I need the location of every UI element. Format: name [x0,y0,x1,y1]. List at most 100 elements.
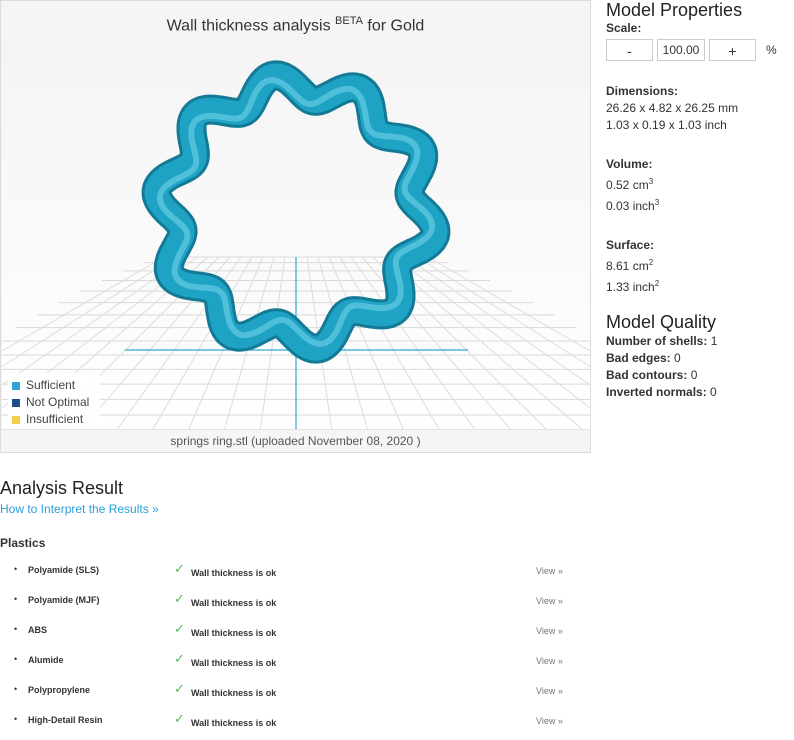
shells-value: 1 [710,334,718,348]
bullet: • [14,624,18,634]
dimensions-mm: 26.26 x 4.82 x 26.25 mm [606,101,739,115]
bad-contours-row: Bad contours: 0 [606,367,794,384]
properties-panel: Model Properties Scale: - + % Dimensions… [606,0,794,401]
view-link[interactable]: View » [536,686,563,696]
dimensions-inch: 1.03 x 0.19 x 1.03 inch [606,118,727,132]
view-link[interactable]: View » [536,626,563,636]
bad-contours-value: 0 [690,368,698,382]
exponent: 2 [654,279,660,288]
view-link[interactable]: View » [536,566,563,576]
file-info: springs ring.stl (uploaded November 08, … [1,429,590,452]
bad-edges-label: Bad edges: [606,351,671,365]
model-quality-title: Model Quality [606,312,717,332]
check-icon: ✓ [174,621,185,636]
material-status: Wall thickness is ok [191,598,277,608]
check-icon: ✓ [174,651,185,666]
inverted-normals-row: Inverted normals: 0 [606,384,794,401]
volume-inch-value: 0.03 inch [606,199,655,213]
view-link[interactable]: View » [536,656,563,666]
viewer-title-suffix: for Gold [367,17,425,35]
bullet: • [14,654,18,664]
scale-label: Scale: [606,21,642,35]
dimensions-block: Dimensions: 26.26 x 4.82 x 26.25 mm 1.03… [606,83,794,134]
check-icon: ✓ [174,681,185,696]
3d-viewport[interactable]: Sufficient Not Optimal Insufficient [2,37,590,431]
material-name: Polypropylene [28,685,91,695]
material-row: • Polyamide (MJF) ✓ Wall thickness is ok Vie… [0,590,600,620]
plastics-group-title: Plastics [0,536,46,550]
volume-cm: 0.52 cm3 [606,173,794,194]
material-status: Wall thickness is ok [191,628,277,638]
bullet: • [14,714,18,724]
legend-label: Sufficient [26,378,76,392]
material-row: • ABS ✓ Wall thickness is ok View » [0,620,600,650]
shells-label: Number of shells: [606,334,708,348]
surface-cm-value: 8.61 cm [606,259,649,273]
volume-block: Volume: 0.52 cm3 0.03 inch3 [606,156,794,215]
bullet: • [14,684,18,694]
material-status: Wall thickness is ok [191,688,277,698]
shells-row: Number of shells: 1 [606,333,794,350]
material-status: Wall thickness is ok [191,658,277,668]
beta-badge: BETA [335,15,363,27]
surface-inch-value: 1.33 inch [606,280,655,294]
legend-item-insufficient: Insufficient [12,411,100,428]
viewer-title: Wall thickness analysis BETA for Gold [1,1,590,37]
legend-swatch [12,398,20,407]
inverted-normals-value: 0 [710,385,717,399]
model-properties-title: Model Properties [606,0,743,20]
legend-label: Insufficient [26,412,84,426]
inverted-normals-label: Inverted normals: [606,385,707,399]
surface-cm: 8.61 cm2 [606,254,794,275]
legend-swatch [12,381,20,390]
interpret-results-link[interactable]: How to Interpret the Results » [0,502,159,516]
volume-label: Volume: [606,157,653,171]
materials-list: • Polyamide (SLS) ✓ Wall thickness is ok Vie… [0,560,600,740]
legend-item-sufficient: Sufficient [12,377,100,394]
material-row: • Polyamide (SLS) ✓ Wall thickness is ok Vie… [0,560,600,590]
material-status: Wall thickness is ok [191,568,277,578]
check-icon: ✓ [174,711,185,726]
surface-label: Surface: [606,238,655,252]
scale-input[interactable] [657,39,705,61]
check-icon: ✓ [174,591,185,606]
bullet: • [14,594,18,604]
viewer-panel: Wall thickness analysis BETA for Gold Su… [0,0,591,453]
view-link[interactable]: View » [536,596,563,606]
bad-edges-row: Bad edges: 0 [606,350,794,367]
material-row: • Alumide ✓ Wall thickness is ok View » [0,650,600,680]
material-row: • High-Detail Resin ✓ Wall thickness is ok V… [0,710,600,740]
dimensions-label: Dimensions: [606,84,679,98]
material-name: Alumide [28,655,64,665]
volume-inch: 0.03 inch3 [606,194,794,215]
exponent: 3 [648,177,654,186]
viewer-title-prefix: Wall thickness analysis [166,17,331,35]
bullet: • [14,564,18,574]
scene-svg [2,60,590,431]
quality-block: Number of shells: 1 Bad edges: 0 Bad con… [606,333,794,401]
scale-decrease-button[interactable]: - [606,39,653,61]
surface-block: Surface: 8.61 cm2 1.33 inch2 [606,237,794,296]
legend-item-not-optimal: Not Optimal [12,394,100,411]
bad-contours-label: Bad contours: [606,368,688,382]
analysis-result-title: Analysis Result [0,478,124,498]
material-name: Polyamide (MJF) [28,595,100,605]
material-row: • Polypropylene ✓ Wall thickness is ok View … [0,680,600,710]
scale-increase-button[interactable]: + [709,39,756,61]
legend-label: Not Optimal [26,395,90,409]
scale-control: - + % [606,39,794,61]
thickness-legend: Sufficient Not Optimal Insufficient [8,373,100,429]
legend-swatch [12,415,20,424]
exponent: 3 [654,198,660,207]
exponent: 2 [648,258,654,267]
volume-cm-value: 0.52 cm [606,178,649,192]
view-link[interactable]: View » [536,716,563,726]
material-name: ABS [28,625,48,635]
material-name: High-Detail Resin [28,715,103,725]
scale-unit: % [766,43,777,57]
material-name: Polyamide (SLS) [28,565,100,575]
material-status: Wall thickness is ok [191,718,277,728]
surface-inch: 1.33 inch2 [606,275,794,296]
check-icon: ✓ [174,561,185,576]
bad-edges-value: 0 [674,351,681,365]
